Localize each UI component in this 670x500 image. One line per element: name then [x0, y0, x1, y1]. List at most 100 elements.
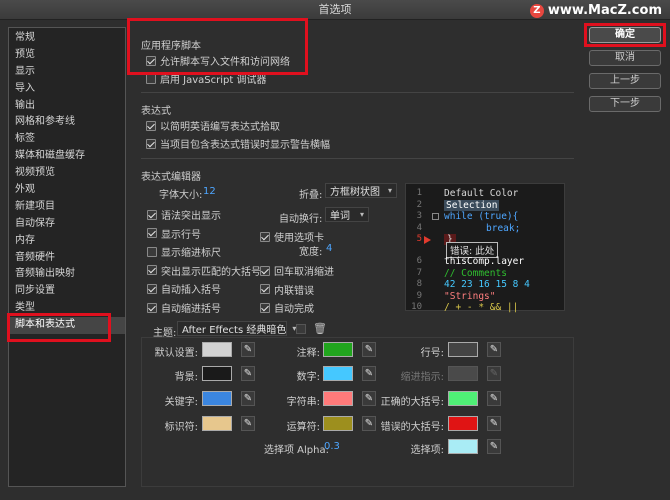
use-tabs-checkbox[interactable]: 使用选项卡 — [260, 229, 324, 244]
eyedropper-icon[interactable]: ✎ — [241, 391, 255, 406]
sidebar-item[interactable]: 新建项目 — [9, 199, 125, 216]
match-brace-color-swatch[interactable] — [448, 391, 478, 406]
sidebar-item[interactable]: 脚本和表达式 — [9, 317, 125, 335]
identifier-color-swatch[interactable] — [202, 416, 232, 431]
width-value[interactable]: 4 — [326, 243, 332, 254]
line-number: 3 — [416, 211, 422, 221]
theme-dropdown[interactable]: After Effects 经典暗色 ▾ — [177, 321, 296, 336]
editor-option-checkbox[interactable]: 语法突出显示 — [147, 207, 221, 222]
editor-option-checkbox-label: 显示缩进标尺 — [161, 248, 221, 260]
chevron-down-icon: ▾ — [387, 186, 392, 195]
sidebar-item[interactable]: 网格和参考线 — [9, 114, 125, 131]
sidebar-item[interactable]: 音频硬件 — [9, 250, 125, 267]
editor-option-checkbox-label: 内联错误 — [274, 285, 314, 297]
chevron-down-icon: ▾ — [359, 210, 364, 219]
selection-alpha-value[interactable]: 0.3 — [324, 441, 340, 452]
allow-network-check[interactable] — [146, 55, 156, 66]
background-color-swatch[interactable] — [202, 366, 232, 381]
keyword-color-swatch[interactable] — [202, 391, 232, 406]
wrap-dropdown[interactable]: 单词 ▾ — [325, 207, 369, 222]
sidebar-item[interactable]: 预览 — [9, 47, 125, 64]
error-brace-color-swatch[interactable] — [448, 416, 478, 431]
line-number: 8 — [416, 279, 422, 289]
sidebar-item[interactable]: 同步设置 — [9, 283, 125, 300]
font-size-value[interactable]: 12 — [203, 186, 216, 197]
sidebar-item[interactable]: 媒体和磁盘缓存 — [9, 148, 125, 165]
editor-option-checkbox[interactable]: 显示行号 — [147, 226, 201, 241]
editor-option-checkbox-label: 自动插入括号 — [161, 285, 221, 297]
operator-color-swatch[interactable] — [323, 416, 353, 431]
sidebar-item[interactable]: 显示 — [9, 64, 125, 81]
selection-color-swatch[interactable] — [448, 439, 478, 454]
editor-option-checkbox-check[interactable] — [147, 302, 157, 313]
default-color-swatch[interactable] — [202, 342, 232, 357]
code-line: 42 23 16 15 8 4 — [444, 279, 530, 290]
editor-option-checkbox[interactable]: 自动缩进括号 — [147, 300, 221, 315]
enable-debugger-check[interactable] — [146, 73, 156, 84]
editor-option-checkbox[interactable]: 自动插入括号 — [147, 281, 221, 296]
eyedropper-icon[interactable]: ✎ — [487, 342, 501, 357]
editor-title: 表达式编辑器 — [141, 172, 201, 183]
editor-option-checkbox-check[interactable] — [147, 246, 157, 257]
fold-dropdown[interactable]: 方框树状图 ▾ — [325, 183, 397, 198]
line-number: 5 — [416, 234, 422, 244]
comment-color-swatch[interactable] — [323, 342, 353, 357]
fold-toggle-icon[interactable] — [432, 213, 439, 220]
sidebar-item[interactable]: 内存 — [9, 233, 125, 250]
cancel-button[interactable]: 取消 — [589, 50, 661, 66]
sidebar-item[interactable]: 类型 — [9, 300, 125, 317]
sidebar-item[interactable]: 自动保存 — [9, 216, 125, 233]
indent-guide-color-label: 缩进指示: — [400, 372, 444, 383]
warn-banner-checkbox[interactable]: 当项目包含表达式错误时显示警告横幅 — [146, 136, 330, 151]
allow-network-checkbox[interactable]: 允许脚本写入文件和访问网络 — [146, 53, 290, 68]
sidebar-item[interactable]: 外观 — [9, 182, 125, 199]
editor-option-checkbox-check[interactable] — [260, 302, 270, 313]
pick-concise-check[interactable] — [146, 120, 156, 131]
warn-banner-check[interactable] — [146, 138, 156, 149]
editor-option-checkbox-check[interactable] — [260, 265, 270, 276]
editor-option-checkbox-check[interactable] — [147, 265, 157, 276]
divider — [141, 92, 574, 93]
eyedropper-icon[interactable]: ✎ — [241, 416, 255, 431]
eyedropper-icon[interactable]: ✎ — [487, 391, 501, 406]
prev-button[interactable]: 上一步 — [589, 73, 661, 89]
error-brace-color-label: 错误的大括号: — [380, 422, 444, 433]
eyedropper-icon[interactable]: ✎ — [487, 439, 501, 454]
editor-option-checkbox-check[interactable] — [260, 284, 270, 295]
code-line: Selection — [444, 199, 500, 211]
sidebar-item[interactable]: 输出 — [9, 98, 125, 115]
expressions-title: 表达式 — [141, 106, 171, 117]
eyedropper-icon[interactable]: ✎ — [241, 342, 255, 357]
pick-concise-checkbox[interactable]: 以简明英语编写表达式拾取 — [146, 118, 280, 133]
editor-option-checkbox[interactable]: 回车取消缩进 — [260, 263, 334, 278]
code-line: // Comments — [444, 267, 507, 279]
eyedropper-icon[interactable]: ✎ — [241, 366, 255, 381]
save-theme-icon[interactable] — [296, 324, 306, 334]
editor-option-checkbox[interactable]: 内联错误 — [260, 282, 314, 297]
code-preview: 1 Default Color 2 Selection 3 while (true){4 b… — [405, 183, 565, 313]
enable-debugger-checkbox[interactable]: 启用 JavaScript 调试器 — [146, 71, 266, 86]
line-number: 10 — [411, 302, 422, 312]
ok-button[interactable]: 确定 — [589, 27, 661, 43]
number-color-swatch[interactable] — [323, 366, 353, 381]
editor-option-checkbox[interactable]: 显示缩进标尺 — [147, 244, 221, 259]
editor-option-checkbox-check[interactable] — [147, 228, 157, 239]
use-tabs-check[interactable] — [260, 231, 270, 242]
sidebar-item[interactable]: 标签 — [9, 131, 125, 148]
sidebar-item[interactable]: 音频输出映射 — [9, 266, 125, 283]
editor-option-checkbox[interactable]: 自动完成 — [260, 300, 314, 315]
indent-guide-color-swatch — [448, 366, 478, 381]
editor-option-checkbox-check[interactable] — [147, 209, 157, 220]
sidebar-item[interactable]: 视频预览 — [9, 165, 125, 182]
string-color-swatch[interactable] — [323, 391, 353, 406]
eyedropper-icon[interactable]: ✎ — [487, 416, 501, 431]
editor-option-checkbox-check[interactable] — [147, 283, 157, 294]
sidebar-item[interactable]: 常规 — [9, 30, 125, 47]
trash-icon[interactable]: 🗑 — [313, 322, 327, 335]
next-button[interactable]: 下一步 — [589, 96, 661, 112]
sidebar-item[interactable]: 导入 — [9, 81, 125, 98]
line-number-color-swatch[interactable] — [448, 342, 478, 357]
editor-option-checkbox-label: 自动完成 — [274, 304, 314, 316]
fold-label: 折叠: — [299, 190, 323, 201]
editor-option-checkbox[interactable]: 突出显示匹配的大括号 — [147, 263, 261, 278]
